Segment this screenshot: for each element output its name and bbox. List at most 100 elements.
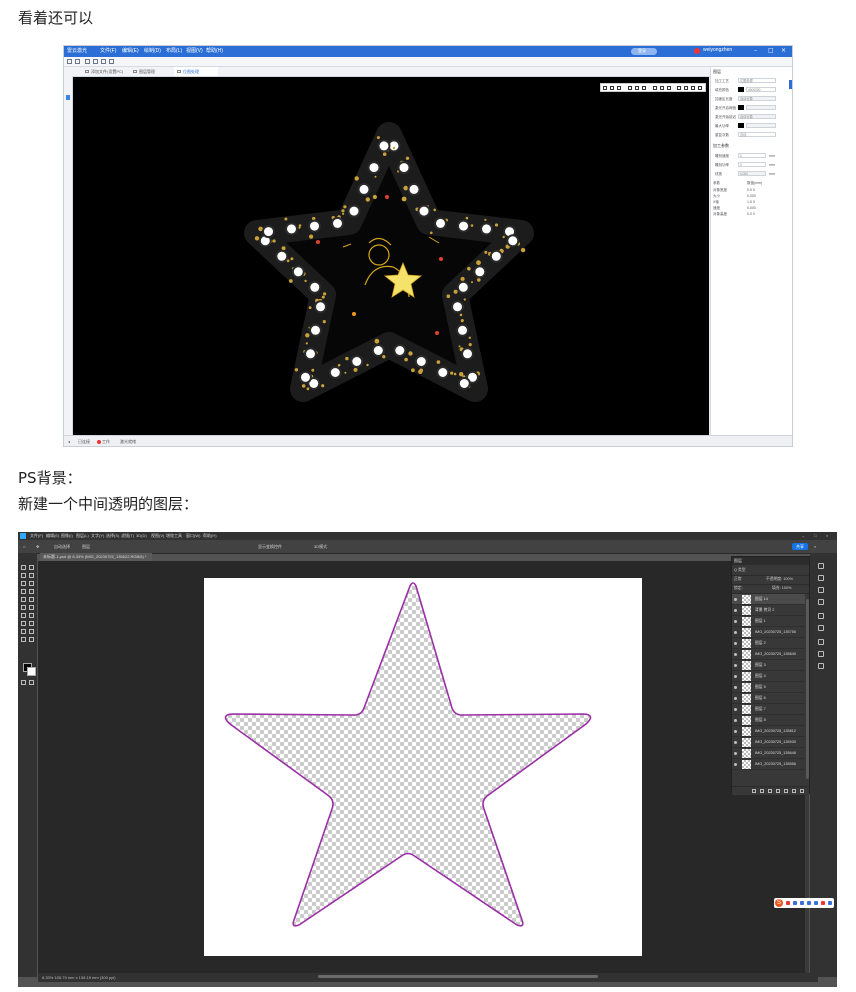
new-layer-icon[interactable] [792,789,796,793]
menu-file[interactable]: 文件(F) [30,533,43,539]
menu-plugins[interactable]: 增效工具 [166,533,182,539]
quick-mask-icon[interactable] [21,680,26,685]
process-select[interactable]: 位图处理 [738,78,776,83]
menu-image[interactable]: 图像(I) [61,533,73,539]
layer-row[interactable]: 图层 5 [732,682,805,693]
eye-icon[interactable] [734,653,737,656]
folder-icon[interactable] [784,789,788,793]
repeat-select[interactable]: 自动 [738,132,776,137]
path-select-icon[interactable] [21,629,26,634]
menu-file[interactable]: 文件(F) [100,47,116,54]
eye-icon[interactable] [734,598,737,601]
eye-icon[interactable] [734,642,737,645]
dodge-tool-icon[interactable] [29,613,34,618]
ime-punct-icon[interactable] [793,901,797,905]
shape-tool-icon[interactable] [29,629,34,634]
brush-tool-icon[interactable] [29,589,34,594]
tab-bitmap[interactable]: 位图处理 [174,67,218,76]
menu-3d[interactable]: 3D(D) [136,533,147,538]
tab-file[interactable]: 添加文件(设置PC) [82,67,128,76]
panel-scroll-handle[interactable] [789,80,792,89]
zoom-tool-icon[interactable] [29,637,34,642]
eye-icon[interactable] [734,609,737,612]
eye-icon[interactable] [734,752,737,755]
move-tool-icon[interactable] [21,565,26,570]
layer-row[interactable]: 图层 6 [732,693,805,704]
layer-row[interactable]: 图层 8 [732,715,805,726]
color-panel-icon[interactable] [818,613,824,619]
gradient-tool-icon[interactable] [29,605,34,610]
minimize-icon[interactable]: – [802,533,804,538]
move-tool-icon[interactable]: ✥ [36,544,39,549]
hand-tool-icon[interactable] [21,637,26,642]
fill-color-swatch[interactable] [738,87,744,92]
properties-panel-icon[interactable] [818,575,824,581]
eye-icon[interactable] [734,686,737,689]
threshold-swatch[interactable] [738,105,744,110]
opacity-field[interactable]: 不透明度: 100% [766,577,793,582]
ime-voice-icon[interactable] [800,901,804,905]
fill-field[interactable]: 填充: 100% [772,586,791,591]
sidebar-tool-icon[interactable] [66,95,70,100]
save-icon[interactable] [85,59,90,64]
layer-row[interactable]: 图层 7 [732,704,805,715]
crop-tool-icon[interactable] [21,581,26,586]
layer-row[interactable]: IMG_20230725_135556 [732,759,805,770]
auto-select-target[interactable]: 图层 [82,544,90,550]
menu-layer[interactable]: 图层(L) [76,533,89,539]
layers-scrollbar[interactable] [806,599,809,779]
layer-row[interactable]: IMG_20230725_135812 [732,726,805,737]
user-avatar[interactable] [694,48,700,54]
ime-mode-icon[interactable] [786,901,790,905]
screen-mode-icon[interactable] [29,680,34,685]
delay-field[interactable]: 自动计算 [738,114,776,119]
eye-icon[interactable] [734,719,737,722]
tab-layers[interactable]: 图层管理 [130,67,172,76]
sogou-ime-icon[interactable]: S [775,899,783,907]
type-tool-icon[interactable] [29,621,34,626]
menu-type[interactable]: 文字(Y) [91,533,104,539]
menu-layout[interactable]: 布局(L) [166,47,182,54]
accel-field[interactable]: 自动计算 [738,96,776,101]
search-icon[interactable]: ⌕ [814,544,816,549]
undo-icon[interactable] [93,59,98,64]
new-file-icon[interactable] [67,59,72,64]
ime-menu-icon[interactable] [828,901,832,905]
link-icon[interactable] [752,789,756,793]
user-name[interactable]: weiyongzhen [703,47,732,53]
layer-row[interactable]: IMG_20230725_135640 [732,649,805,660]
mask-icon[interactable] [768,789,772,793]
ps-canvas-area[interactable] [38,561,805,973]
eraser-tool-icon[interactable] [21,605,26,610]
layer-row[interactable]: IMG_20230725_135930 [732,737,805,748]
threshold-field[interactable] [746,105,776,110]
magic-wand-icon[interactable] [29,573,34,578]
login-badge[interactable]: 登录 [631,48,657,55]
linewidth-field[interactable]: 0.000 [738,171,766,176]
swatches-panel-icon[interactable] [818,625,824,631]
layers-panel-icon[interactable] [818,639,824,645]
engraving-canvas[interactable] [73,77,709,435]
close-icon[interactable]: × [826,533,828,538]
blur-tool-icon[interactable] [21,613,26,618]
document-tab[interactable]: 未标题-1.psd @ 8.33% (IMG_20230725_135622,R… [40,553,152,561]
document-canvas[interactable] [204,578,642,956]
maximize-icon[interactable]: □ [814,533,816,538]
max-power-field[interactable] [746,123,776,128]
menu-select[interactable]: 选择(S) [106,533,119,539]
status-arrow-icon[interactable]: ◂ [68,439,70,444]
layer-row[interactable]: 图层 14 [732,594,805,605]
speed-field[interactable]: 0 [738,153,766,158]
menu-view[interactable]: 视图(V) [151,533,164,539]
fx-icon[interactable] [760,789,764,793]
eye-icon[interactable] [734,708,737,711]
eyedropper-icon[interactable] [29,581,34,586]
eye-icon[interactable] [734,697,737,700]
layer-row[interactable]: 背景 拷贝 2 [732,605,805,616]
menu-window[interactable]: 窗口(W) [186,533,200,539]
adjustments-panel-icon[interactable] [818,587,824,593]
eye-icon[interactable] [734,741,737,744]
pen-tool-icon[interactable] [21,621,26,626]
layer-row[interactable]: 图层 2 [732,638,805,649]
lasso-tool-icon[interactable] [21,573,26,578]
